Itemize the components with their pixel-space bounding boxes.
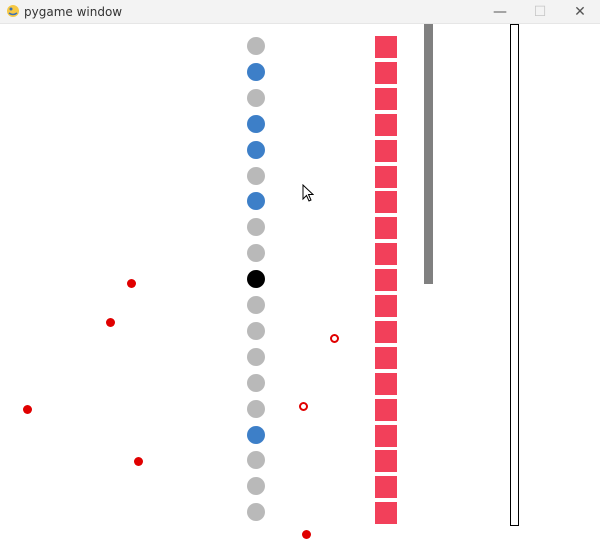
maximize-button[interactable]: ☐	[520, 0, 560, 24]
game-canvas[interactable]	[0, 24, 600, 540]
red-ring-particle	[330, 334, 339, 343]
gray-dot	[247, 218, 265, 237]
red-particle	[23, 405, 32, 414]
red-block	[375, 113, 397, 136]
close-button[interactable]: ✕	[560, 0, 600, 24]
red-particle	[106, 318, 115, 327]
black-dot	[247, 270, 265, 289]
red-block	[375, 87, 397, 110]
gray-dot	[247, 88, 265, 107]
blue-dot	[247, 192, 265, 211]
gray-dot	[247, 37, 265, 55]
red-particle	[134, 457, 143, 466]
blue-dot	[247, 62, 265, 81]
title-bar[interactable]: pygame window — ☐ ✕	[0, 0, 600, 24]
red-block	[375, 424, 397, 447]
blue-dot	[247, 140, 265, 159]
minimize-button[interactable]: —	[480, 0, 520, 24]
red-block	[375, 398, 397, 421]
gray-dot	[247, 503, 265, 522]
red-block	[375, 320, 397, 343]
gray-dot	[247, 166, 265, 185]
pygame-snake-icon	[7, 5, 19, 17]
gray-dot	[247, 244, 265, 263]
red-block	[375, 269, 397, 292]
red-block	[375, 61, 397, 84]
blue-dot	[247, 114, 265, 133]
red-block	[375, 36, 397, 58]
red-block	[375, 295, 397, 317]
red-block	[375, 139, 397, 162]
window-title: pygame window	[24, 5, 123, 19]
gray-dot	[247, 451, 265, 470]
red-block	[375, 217, 397, 240]
gray-dot	[247, 347, 265, 366]
red-particle	[302, 530, 311, 539]
blue-dot	[247, 425, 265, 444]
gray-dot	[247, 399, 265, 418]
red-block	[375, 346, 397, 369]
red-block	[375, 191, 397, 214]
gray-progress-bar	[424, 24, 433, 284]
red-block	[375, 476, 397, 499]
gray-dot	[247, 477, 265, 496]
gray-dot	[247, 373, 265, 392]
red-block	[375, 165, 397, 188]
red-block	[375, 450, 397, 473]
gray-dot	[247, 321, 265, 340]
red-particle	[127, 279, 136, 288]
gray-dot	[247, 296, 265, 314]
mouse-cursor-icon	[302, 184, 314, 202]
red-ring-particle	[299, 402, 308, 411]
red-block	[375, 372, 397, 395]
outline-bar	[510, 24, 519, 526]
red-block	[375, 243, 397, 266]
red-block	[375, 502, 397, 525]
